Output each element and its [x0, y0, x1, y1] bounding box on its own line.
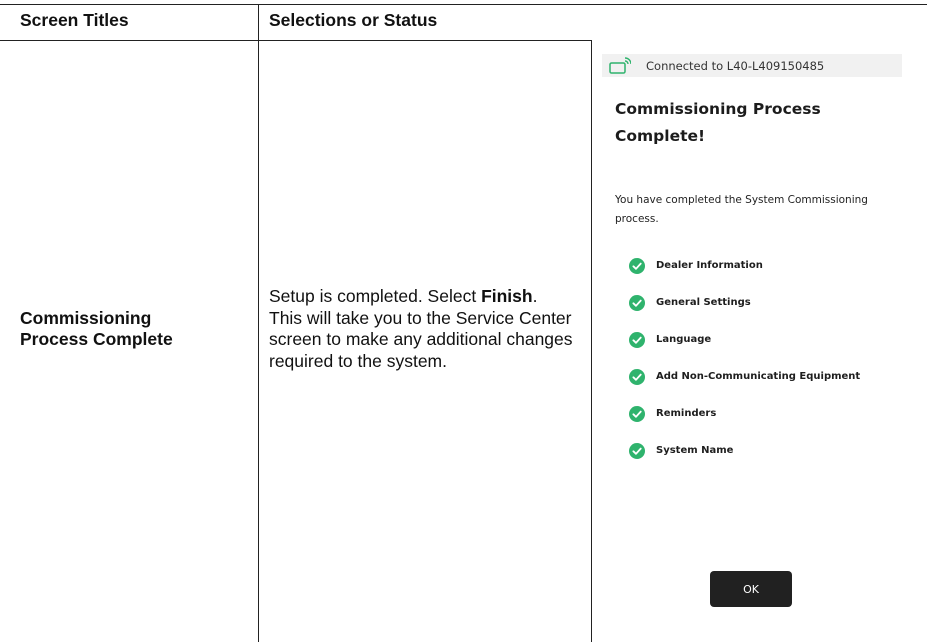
list-item: General Settings — [629, 284, 909, 321]
ok-button[interactable]: OK — [710, 571, 792, 607]
list-item: System Name — [629, 432, 909, 469]
checklist-item-label: Dealer Information — [656, 260, 763, 271]
app-screenshot: Connected to L40-L409150485 Commissionin… — [592, 40, 927, 642]
checklist-item-label: Add Non-Communicating Equipment — [656, 371, 861, 382]
list-item: Dealer Information — [629, 247, 909, 284]
checklist-item-label: General Settings — [656, 297, 751, 308]
list-item: Add Non-Communicating Equipment — [629, 358, 909, 395]
screen-heading: Commissioning Process Complete! — [615, 100, 821, 145]
check-circle-icon — [629, 331, 645, 348]
description-text-1: Setup is completed. Select — [269, 286, 482, 306]
checklist-item-label: System Name — [656, 445, 734, 456]
list-item: Reminders — [629, 395, 909, 432]
connection-bar: Connected to L40-L409150485 — [602, 54, 902, 77]
header-selections-status: Selections or Status — [269, 10, 438, 30]
wifi-device-icon — [609, 56, 631, 74]
finish-keyword: Finish — [481, 286, 533, 306]
check-circle-icon — [629, 368, 645, 385]
column-divider-1 — [258, 4, 259, 642]
screen-title-cell: Commissioning Process Complete — [20, 308, 173, 349]
check-circle-icon — [629, 405, 645, 422]
header-screen-titles: Screen Titles — [20, 10, 129, 30]
description-cell: Setup is completed. Select Finish. This … — [269, 286, 574, 372]
list-item: Language — [629, 321, 909, 358]
checklist-item-label: Language — [656, 334, 712, 345]
connection-status-text: Connected to L40-L409150485 — [646, 58, 825, 73]
table-top-border — [0, 4, 927, 5]
check-circle-icon — [629, 294, 645, 311]
screen-description: You have completed the System Commission… — [615, 194, 868, 225]
checklist-item-label: Reminders — [656, 408, 717, 419]
checklist: Dealer Information General Settings Lang… — [629, 247, 909, 469]
check-circle-icon — [629, 442, 645, 459]
check-circle-icon — [629, 257, 645, 274]
